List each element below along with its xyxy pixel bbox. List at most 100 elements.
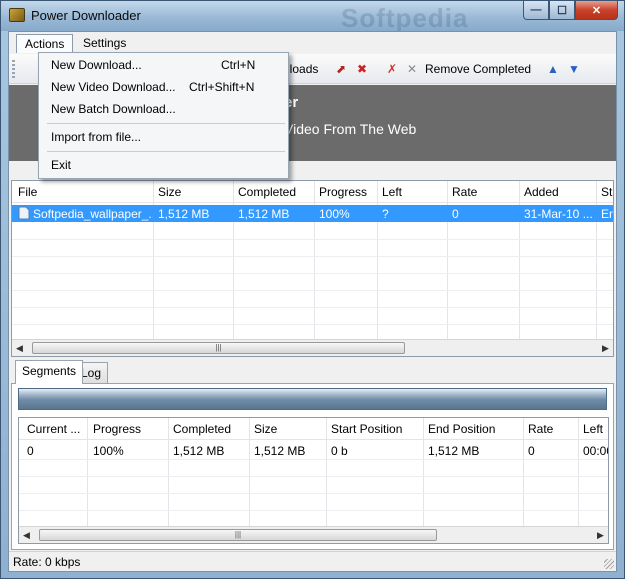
cell-start-position: 0 b [331,444,348,458]
download-progress-bar [18,388,607,410]
row-gridline [12,324,613,325]
menu-item-shortcut: Ctrl+Shift+N [189,80,255,94]
row-gridline [19,459,608,460]
column-header-size[interactable]: Size [254,422,277,436]
cell-end-position: 1,512 MB [428,444,480,458]
toolbar-grip[interactable] [12,60,15,78]
cell-left: ? [382,207,389,221]
maximize-button[interactable]: ☐ [549,1,575,20]
move-down-icon[interactable]: ▼ [567,62,581,76]
menu-item-label: New Batch Download... [51,102,176,116]
scroll-thumb[interactable]: ||| [32,342,405,354]
status-rate: Rate: 0 kbps [13,555,81,569]
row-gridline [19,476,608,477]
remove-completed-icon[interactable]: ✕ [405,62,419,76]
row-gridline [12,239,613,240]
watermark: Softpedia [341,3,469,33]
column-header-rate[interactable]: Rate [528,422,553,436]
column-header-file[interactable]: File [18,185,37,199]
cell-status: En [601,207,613,221]
menu-item-label: Import from file... [51,130,142,144]
segments-panel: Current ... Progress Completed Size Star… [11,383,614,550]
row-gridline [12,256,613,257]
column-header-progress[interactable]: Progress [319,185,367,199]
tab-segments[interactable]: Segments [15,360,84,384]
row-gridline [19,493,608,494]
column-header-start-position[interactable]: Start Position [331,422,402,436]
menu-separator [47,123,285,124]
menu-item-shortcut: Ctrl+N [221,58,256,72]
column-header-added[interactable]: Added [524,185,559,199]
menu-item-new-video-download[interactable]: New Video Download... Ctrl+Shift+N [39,77,288,97]
app-window: Power Downloader Softpedia — ☐ ✕ Actions… [0,0,625,579]
downloads-grid: File Size Completed Progress Left Rate A… [11,180,614,357]
column-header-rate[interactable]: Rate [452,185,477,199]
app-icon [9,8,25,22]
cell-rate: 0 [452,207,459,221]
cell-size: 1,512 MB [158,207,210,221]
table-row[interactable]: 0 100% 1,512 MB 1,512 MB 0 b 1,512 MB 0 … [19,442,608,459]
menu-item-exit[interactable]: Exit [39,155,288,175]
scroll-right-icon[interactable]: ▶ [597,530,604,541]
row-gridline [12,307,613,308]
column-header-status[interactable]: Sta [601,185,613,199]
cell-file: Softpedia_wallpaper_... [33,207,153,221]
file-icon [18,206,32,223]
cell-left: 00:00 [583,444,608,458]
cell-completed: 1,512 MB [238,207,290,221]
segments-grid-header: Current ... Progress Completed Size Star… [19,418,608,440]
resize-grip-icon[interactable] [604,559,614,569]
column-header-size[interactable]: Size [158,185,181,199]
detail-tabs: Segments Log [11,360,614,384]
banner-subtitle: Video From The Web [284,121,417,137]
column-header-left[interactable]: Left [583,422,603,436]
scroll-left-icon[interactable]: ◀ [23,530,30,541]
cell-progress: 100% [93,444,124,458]
cell-added: 31-Mar-10 ... [524,207,593,221]
column-header-end-position[interactable]: End Position [428,422,495,436]
close-button[interactable]: ✕ [575,1,618,20]
scroll-left-icon[interactable]: ◀ [16,343,23,354]
move-up-icon[interactable]: ▲ [546,62,560,76]
menu-separator [47,151,285,152]
cell-size: 1,512 MB [254,444,306,458]
start-icon[interactable]: ⬈ [334,62,348,76]
scroll-thumb[interactable]: ||| [39,529,437,541]
cell-completed: 1,512 MB [173,444,225,458]
minimize-button[interactable]: — [523,1,549,20]
table-row[interactable]: Softpedia_wallpaper_... 1,512 MB 1,512 M… [12,205,613,222]
column-header-completed[interactable]: Completed [238,185,296,199]
downloads-horizontal-scrollbar[interactable]: ◀ ||| ▶ [12,339,613,356]
window-controls: — ☐ ✕ [523,1,618,20]
row-gridline [12,290,613,291]
menu-item-new-batch-download[interactable]: New Batch Download... [39,99,288,119]
column-header-completed[interactable]: Completed [173,422,231,436]
column-header-left[interactable]: Left [382,185,402,199]
menu-bar: Actions Settings [9,32,616,54]
downloads-grid-header: File Size Completed Progress Left Rate A… [12,181,613,203]
menu-item-label: Exit [51,158,72,172]
menu-item-import-from-file[interactable]: Import from file... [39,127,288,147]
title-bar[interactable]: Power Downloader Softpedia — ☐ ✕ [1,1,624,33]
remove-completed-button[interactable]: Remove Completed [425,62,531,76]
segments-grid: Current ... Progress Completed Size Star… [18,417,609,544]
actions-dropdown-menu: New Download... Ctrl+N New Video Downloa… [38,52,289,179]
cell-current: 0 [27,444,34,458]
column-header-progress[interactable]: Progress [93,422,141,436]
menu-item-new-download[interactable]: New Download... Ctrl+N [39,55,288,75]
menu-settings[interactable]: Settings [75,34,134,53]
row-gridline [12,273,613,274]
stop-icon[interactable]: ✖ [355,62,369,76]
cell-progress: 100% [319,207,350,221]
menu-item-label: New Video Download... [51,80,176,94]
row-gridline [19,510,608,511]
menu-item-label: New Download... [51,58,142,72]
menu-actions[interactable]: Actions [16,34,74,53]
column-header-current[interactable]: Current ... [27,422,80,436]
scroll-right-icon[interactable]: ▶ [602,343,609,354]
cell-rate: 0 [528,444,535,458]
remove-icon[interactable]: ✗ [385,62,399,76]
status-bar: Rate: 0 kbps [9,551,616,571]
segments-horizontal-scrollbar[interactable]: ◀ ||| ▶ [19,526,608,543]
window-title: Power Downloader [31,8,141,23]
